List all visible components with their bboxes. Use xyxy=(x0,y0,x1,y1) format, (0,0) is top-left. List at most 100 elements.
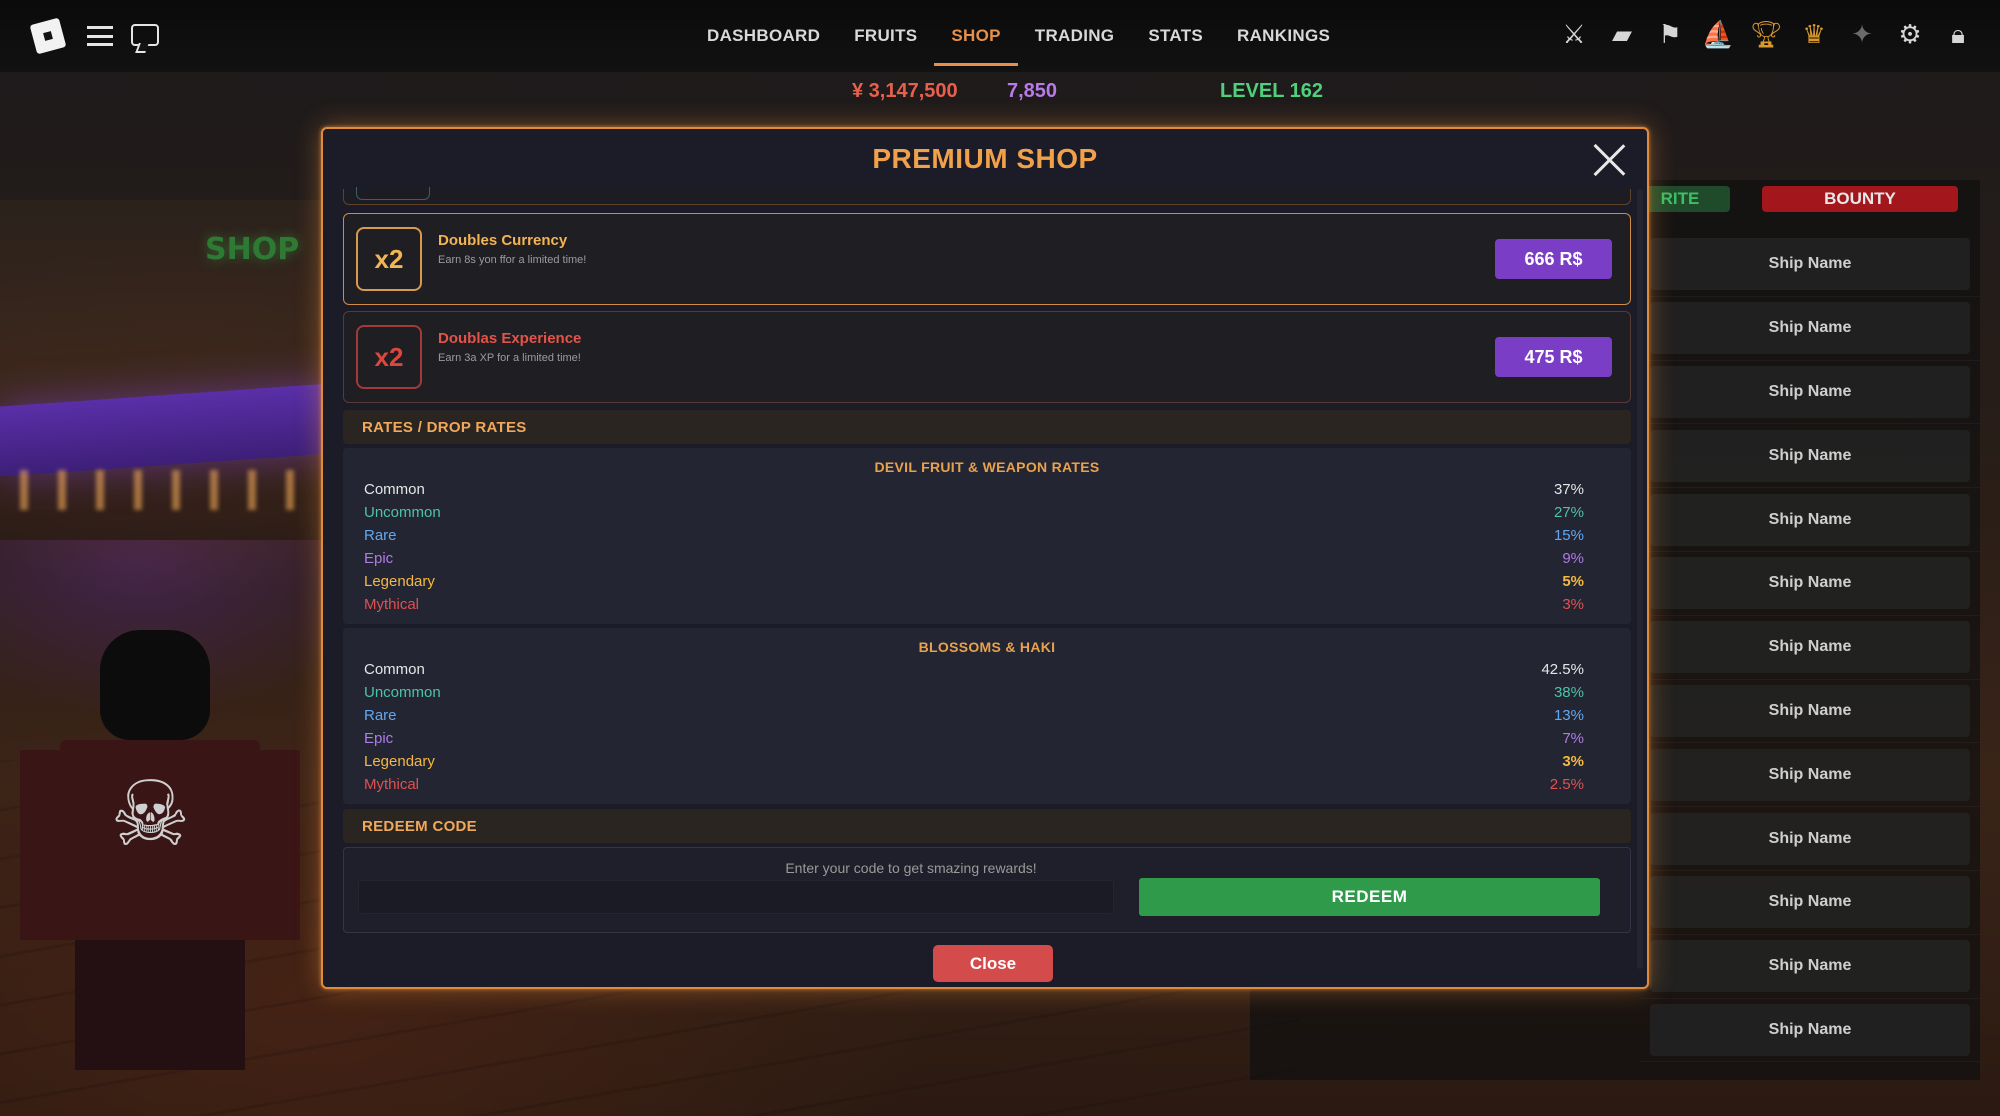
background-lights xyxy=(20,470,320,510)
background-ship-list: Ship Name Ship Name Ship Name Ship Name Ship… xyxy=(1640,233,1980,1063)
backpack-icon[interactable]: 🔒︎ xyxy=(1944,18,1972,50)
rarity-percentage: 2.5% xyxy=(1549,776,1584,793)
rate-row-mythical: Mythical 3% xyxy=(364,593,1584,616)
redeem-code-input[interactable] xyxy=(358,880,1114,914)
modal-scrollbar[interactable] xyxy=(1637,189,1643,969)
x2-badge-icon: x2 xyxy=(356,325,422,389)
background-shop-sign: SHOP xyxy=(205,232,300,267)
rate-row-legendary: Legendary 5% xyxy=(364,570,1584,593)
crossed-swords-icon[interactable]: ⚔ xyxy=(1560,18,1588,50)
menu-icon[interactable] xyxy=(87,26,113,46)
x2-badge-icon: x2 xyxy=(356,227,422,291)
ship-name-cell: Ship Name xyxy=(1650,429,1970,482)
close-button[interactable]: Close xyxy=(933,945,1053,982)
rarity-label: Legendary xyxy=(364,573,435,590)
premium-shop-modal: PREMIUM SHOP x2 Doubles Currency Earn 8s… xyxy=(321,127,1649,989)
background-list-row: Ship Name xyxy=(1640,935,1980,999)
offer-name: Doublas Experience xyxy=(438,330,582,347)
flag-icon[interactable]: ⚑ xyxy=(1656,18,1684,50)
offer-description: Earn 8s yon ffor a limited time! xyxy=(438,254,587,266)
rarity-label: Mythical xyxy=(364,596,420,613)
blossoms-haki-rates-table: BLOSSOMS & HAKI Common 42.5% Uncommon 38% Ra… xyxy=(343,628,1631,804)
background-list-row: Ship Name xyxy=(1640,743,1980,808)
background-list-row: Ship Name xyxy=(1640,424,1980,489)
rate-row-common: Common 42.5% xyxy=(364,658,1584,681)
buy-double-currency-button[interactable]: 666 R$ xyxy=(1495,239,1612,279)
folder-icon[interactable]: ▰ xyxy=(1608,18,1636,50)
avatar-legs xyxy=(75,940,245,1070)
background-list-row: Ship Name xyxy=(1640,361,1980,425)
beli-amount: ¥ 3,147,500 xyxy=(852,80,958,102)
background-list-row: Ship Name xyxy=(1640,616,1980,680)
buy-double-experience-button[interactable]: 475 R$ xyxy=(1495,337,1612,377)
rate-row-uncommon: Uncommon 38% xyxy=(364,681,1584,704)
ship-icon[interactable]: ⛵ xyxy=(1702,18,1734,50)
rarity-percentage: 13% xyxy=(1553,707,1584,724)
offer-name: Doubles Currency xyxy=(438,232,568,249)
rarity-percentage: 37% xyxy=(1553,481,1584,498)
rarity-percentage: 3% xyxy=(1562,753,1584,770)
rarity-label: Rare xyxy=(364,707,397,724)
rarity-label: Rare xyxy=(364,527,397,544)
close-icon[interactable] xyxy=(1591,141,1627,177)
rates-table-title: DEVIL FRUIT & WEAPON RATES xyxy=(874,459,1100,475)
nav-tab-shop[interactable]: SHOP xyxy=(934,0,1019,72)
nav-tab-fruits[interactable]: FRUITS xyxy=(837,0,934,72)
background-list-row: Ship Name xyxy=(1640,488,1980,552)
ship-name-cell: Ship Name xyxy=(1650,940,1970,993)
rate-row-epic: Epic 9% xyxy=(364,547,1584,570)
main-nav: DASHBOARD FRUITS SHOP TRADING STATS RANKINGS xyxy=(690,0,1347,72)
nav-tab-dashboard[interactable]: DASHBOARD xyxy=(690,0,837,72)
rarity-label: Uncommon xyxy=(364,504,441,521)
background-list-row: Ship Name xyxy=(1640,552,1980,616)
player-level: LEVEL 162 xyxy=(1220,80,1324,102)
shop-scroll-area[interactable]: x2 Doubles Currency Earn 8s yon ffor a l… xyxy=(343,187,1631,969)
ship-name-cell: Ship Name xyxy=(1650,684,1970,737)
ship-name-cell: Ship Name xyxy=(1650,493,1970,546)
rarity-percentage: 7% xyxy=(1562,730,1584,747)
chat-icon[interactable] xyxy=(131,24,159,46)
redeem-button[interactable]: REDEEM xyxy=(1139,878,1600,916)
ship-name-cell: Ship Name xyxy=(1650,302,1970,355)
rarity-percentage: 38% xyxy=(1553,684,1584,701)
rate-row-legendary: Legendary 3% xyxy=(364,750,1584,773)
rarity-label: Epic xyxy=(364,550,394,567)
rates-section-header: RATES / DROP RATES xyxy=(343,410,1631,444)
rarity-percentage: 5% xyxy=(1562,573,1584,590)
rates-table-title: BLOSSOMS & HAKI xyxy=(918,639,1056,655)
redeem-code-panel: Enter your code to get smazing rewards! R… xyxy=(343,847,1631,933)
offer-double-experience: x2 Doublas Experience Earn 3a XP for a l… xyxy=(343,311,1631,403)
trophy-gold-icon[interactable]: ♛ xyxy=(1800,18,1828,50)
background-list-row: Ship Name xyxy=(1640,807,1980,871)
rarity-label: Mythical xyxy=(364,776,420,793)
devil-fruit-rates-table: DEVIL FRUIT & WEAPON RATES Common 37% Unco… xyxy=(343,448,1631,624)
locked-badge-icon[interactable]: ✦ xyxy=(1848,18,1876,50)
rarity-percentage: 15% xyxy=(1553,527,1584,544)
avatar-head xyxy=(100,630,210,740)
roblox-logo-icon[interactable] xyxy=(29,17,67,55)
ship-name-cell: Ship Name xyxy=(1650,1003,1970,1056)
rarity-label: Epic xyxy=(364,730,394,747)
currency-bar: ¥ 3,147,500 7,850 LEVEL 162 xyxy=(0,80,2000,110)
top-right-icons: ⚔ ▰ ⚑ ⛵ 🏆︎ ♛ ✦ ⚙ 🔒︎ xyxy=(1560,18,1972,50)
rate-row-epic: Epic 7% xyxy=(364,727,1584,750)
nav-tab-rankings[interactable]: RANKINGS xyxy=(1220,0,1347,72)
trophy-icon[interactable]: 🏆︎ xyxy=(1750,18,1783,50)
rarity-percentage: 42.5% xyxy=(1541,661,1584,678)
rarity-label: Common xyxy=(364,481,425,498)
nav-tab-trading[interactable]: TRADING xyxy=(1018,0,1132,72)
gems-amount: 7,850 xyxy=(1007,80,1058,102)
background-list-row: Ship Name xyxy=(1640,297,1980,361)
rate-row-mythical: Mythical 2.5% xyxy=(364,773,1584,796)
nav-tab-stats[interactable]: STATS xyxy=(1131,0,1220,72)
background-tab-bounty: BOUNTY xyxy=(1762,186,1958,212)
ship-name-cell: Ship Name xyxy=(1650,557,1970,610)
ship-name-cell: Ship Name xyxy=(1650,365,1970,418)
settings-gear-icon[interactable]: ⚙ xyxy=(1896,18,1924,50)
rarity-label: Legendary xyxy=(364,753,435,770)
rarity-percentage: 3% xyxy=(1562,596,1584,613)
ship-name-cell: Ship Name xyxy=(1650,876,1970,929)
rate-row-common: Common 37% xyxy=(364,478,1584,501)
rate-row-rare: Rare 13% xyxy=(364,704,1584,727)
partial-offer-card xyxy=(343,187,1631,205)
